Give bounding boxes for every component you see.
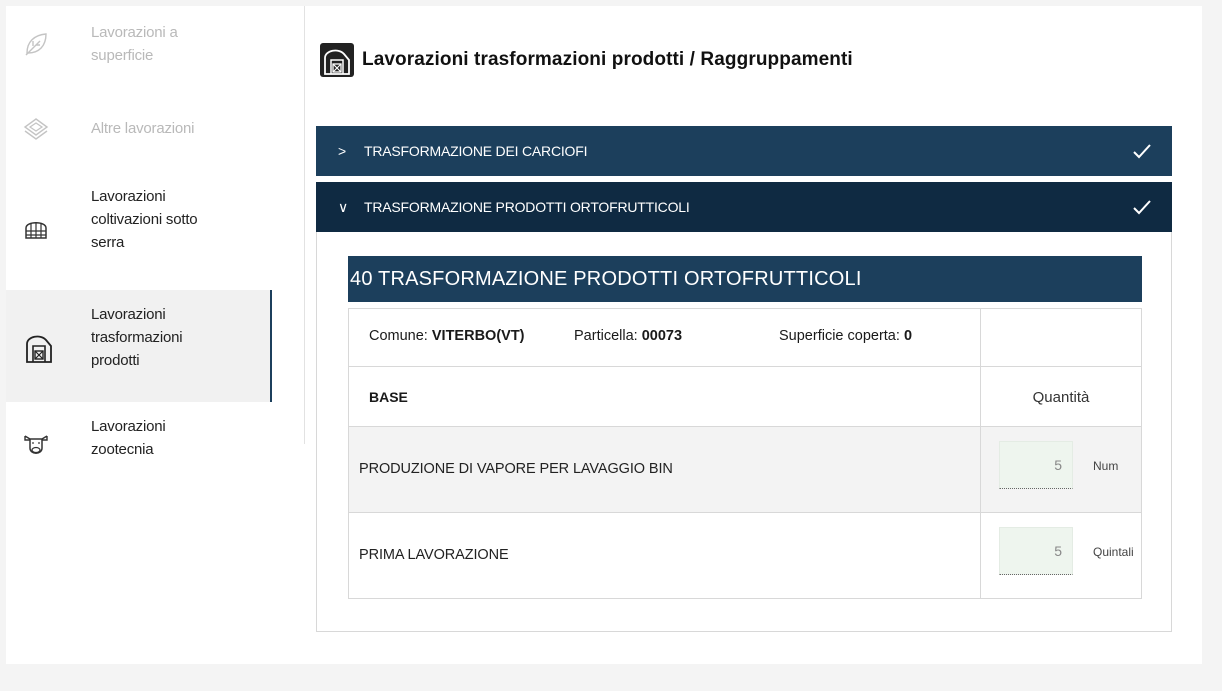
quantity-header-cell: Quantità (981, 367, 1141, 426)
accordion-panel: 40 TRASFORMAZIONE PRODOTTI ORTOFRUTTICOL… (316, 232, 1172, 632)
info-cell: Comune: VITERBO(VT) Particella: 00073 Su… (349, 309, 981, 366)
leaf-icon (25, 33, 47, 56)
sidebar-item-lavorazioni-superficie[interactable]: Lavorazioni a superficie (6, 14, 272, 76)
info-side-cell (981, 309, 1141, 366)
particella-info: Particella: 00073 (574, 328, 682, 344)
table-row-info: Comune: VITERBO(VT) Particella: 00073 Su… (349, 309, 1141, 366)
row-quantity-cell: Quintali (981, 513, 1141, 598)
sidebar-item-label: prodotti (91, 352, 140, 369)
page-header: Lavorazioni trasformazioni prodotti / Ra… (320, 40, 853, 80)
sidebar-item-label: superficie (91, 47, 154, 64)
cow-icon (24, 435, 48, 454)
base-label: BASE (369, 389, 408, 405)
comune-info: Comune: VITERBO(VT) (369, 328, 525, 344)
lavorazioni-table: Comune: VITERBO(VT) Particella: 00073 Su… (348, 308, 1142, 599)
comune-label: Comune: (369, 328, 428, 344)
row-label: PRODUZIONE DI VAPORE PER LAVAGGIO BIN (359, 461, 673, 477)
sidebar-item-altre-lavorazioni[interactable]: Altre lavorazioni (6, 106, 272, 150)
sidebar-item-label: Altre lavorazioni (91, 120, 195, 137)
table-row: PRIMA LAVORAZIONE Quintali (349, 512, 1141, 598)
row-label: PRIMA LAVORAZIONE (359, 547, 509, 563)
accordion-title: TRASFORMAZIONE PRODOTTI ORTOFRUTTICOLI (364, 199, 690, 215)
sidebar-item-coltivazioni-serra[interactable]: Lavorazioni coltivazioni sotto serra (6, 178, 272, 268)
sidebar-item-label: trasformazioni (91, 329, 183, 346)
quantity-input[interactable] (999, 527, 1073, 575)
sidebar-item-label: Lavorazioni (91, 418, 166, 435)
page-title: Lavorazioni trasformazioni prodotti / Ra… (362, 49, 853, 70)
table-row-base: BASE Quantità (349, 366, 1141, 426)
sidebar-item-label: Lavorazioni (91, 306, 166, 323)
sidebar-item-trasformazioni-prodotti[interactable]: Lavorazioni trasformazioni prodotti (6, 290, 272, 402)
accordion-trasformazione-carciofi[interactable]: > TRASFORMAZIONE DEI CARCIOFI (316, 126, 1172, 176)
comune-value: VITERBO(VT) (431, 328, 525, 344)
sidebar-item-label: zootecnia (91, 441, 154, 458)
layers-icon (23, 118, 49, 140)
superficie-value: 0 (903, 328, 913, 344)
accordion-title: TRASFORMAZIONE DEI CARCIOFI (364, 143, 588, 159)
row-quantity-cell: Num (981, 427, 1141, 512)
sidebar-item-label: Lavorazioni (91, 188, 166, 205)
superficie-label: Superficie coperta: (779, 328, 900, 344)
sidebar-divider (304, 6, 305, 444)
accordion-trasformazione-ortofrutticoli[interactable]: ∨ TRASFORMAZIONE PRODOTTI ORTOFRUTTICOLI (316, 182, 1172, 232)
check-icon (1133, 200, 1151, 215)
sidebar-item-label: Lavorazioni a (91, 24, 178, 41)
row-label-cell: PRIMA LAVORAZIONE (349, 513, 981, 598)
base-cell: BASE (349, 367, 981, 426)
particella-value: 00073 (641, 328, 683, 344)
sidebar: Lavorazioni a superficie Altre lavorazio… (6, 6, 312, 458)
table-row: PRODUZIONE DI VAPORE PER LAVAGGIO BIN Nu… (349, 426, 1141, 512)
unit-label: Num (1093, 459, 1119, 473)
chevron-down-icon: ∨ (338, 198, 349, 215)
greenhouse-icon (25, 222, 47, 239)
quantity-header: Quantità (1032, 389, 1090, 406)
group-heading: 40 TRASFORMAZIONE PRODOTTI ORTOFRUTTICOL… (348, 256, 1142, 302)
barn-icon (320, 43, 354, 77)
quantity-input[interactable] (999, 441, 1073, 489)
superficie-info: Superficie coperta: 0 (779, 328, 912, 344)
barn-icon (26, 335, 52, 363)
particella-label: Particella: (574, 328, 638, 344)
unit-label: Quintali (1093, 545, 1134, 559)
sidebar-item-label: serra (91, 234, 125, 251)
row-label-cell: PRODUZIONE DI VAPORE PER LAVAGGIO BIN (349, 427, 981, 512)
page-card: Lavorazioni a superficie Altre lavorazio… (6, 6, 1202, 664)
sidebar-item-zootecnia[interactable]: Lavorazioni zootecnia (6, 412, 272, 472)
chevron-right-icon: > (338, 143, 346, 159)
check-icon (1133, 144, 1151, 159)
sidebar-item-label: coltivazioni sotto (91, 211, 198, 228)
